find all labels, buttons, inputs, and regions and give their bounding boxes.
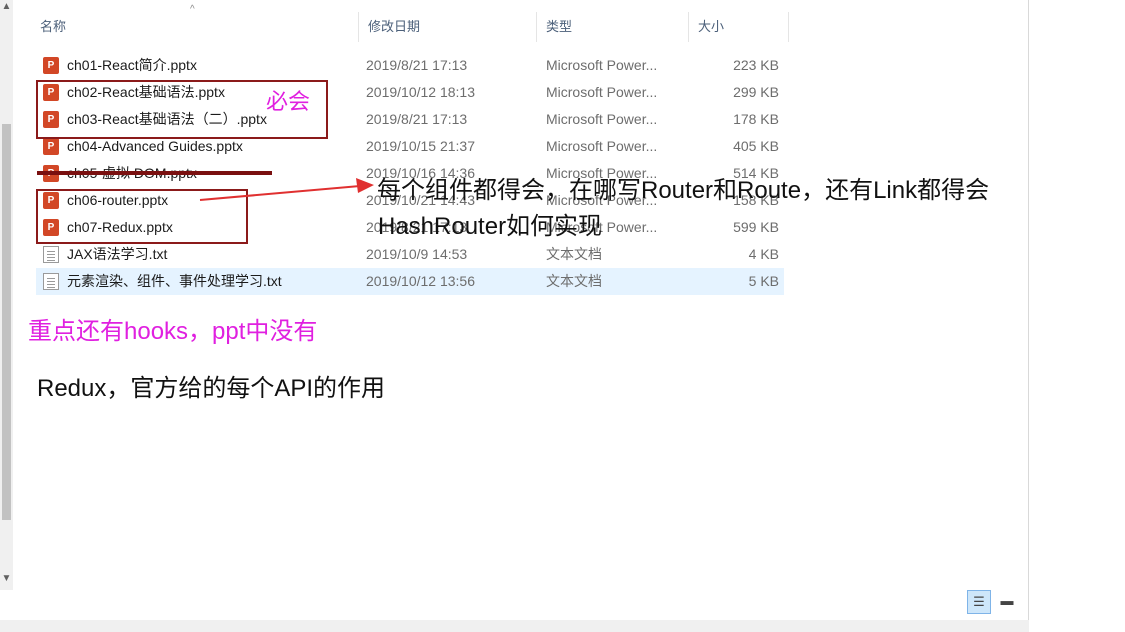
file-name: 元素渲染、组件、事件处理学习.txt xyxy=(67,273,282,289)
column-date-header[interactable]: 修改日期 xyxy=(358,12,536,42)
powerpoint-file-icon: P xyxy=(43,138,59,155)
file-type: 文本文档 xyxy=(546,246,602,262)
annotation-redux-note: Redux，官方给的每个API的作用 xyxy=(37,375,386,402)
column-type-header[interactable]: 类型 xyxy=(536,12,688,42)
window-border xyxy=(1028,0,1029,620)
column-size-header[interactable]: 大小 xyxy=(688,12,788,42)
file-type: 文本文档 xyxy=(546,273,602,289)
file-size: 5 KB xyxy=(748,273,779,289)
file-size: 599 KB xyxy=(733,219,779,235)
highlight-box-ch06-ch07 xyxy=(36,189,248,244)
scrollbar-thumb[interactable] xyxy=(2,124,11,520)
column-header: ^ 名称 修改日期 类型 大小 xyxy=(30,4,790,42)
file-row[interactable]: JAX语法学习.txt 2019/10/9 14:53 文本文档 4 KB xyxy=(36,241,784,268)
scroll-down-arrow-icon[interactable]: ▼ xyxy=(0,572,13,586)
annotation-router-note: 每个组件都得会，在哪写Router和Route，还有Link都得会 xyxy=(377,177,990,204)
file-date: 2019/10/9 14:53 xyxy=(366,246,468,262)
column-divider[interactable] xyxy=(788,12,789,42)
file-type: Microsoft Power... xyxy=(546,111,658,127)
file-type: Microsoft Power... xyxy=(546,84,658,100)
large-icons-view-icon[interactable]: ▬ xyxy=(995,590,1019,614)
file-date: 2019/8/21 17:13 xyxy=(366,111,468,127)
scroll-up-arrow-icon[interactable]: ▲ xyxy=(0,0,13,14)
text-file-icon xyxy=(43,246,59,263)
file-row-selected[interactable]: 元素渲染、组件、事件处理学习.txt 2019/10/12 13:56 文本文档… xyxy=(36,268,784,295)
annotation-hooks-note: 重点还有hooks，ppt中没有 xyxy=(28,318,318,345)
file-size: 223 KB xyxy=(733,57,779,73)
file-date: 2019/10/12 13:56 xyxy=(366,273,475,289)
file-size: 299 KB xyxy=(733,84,779,100)
file-row[interactable]: P ch01-React简介.pptx 2019/8/21 17:13 Micr… xyxy=(36,52,784,79)
powerpoint-file-icon: P xyxy=(43,57,59,74)
vertical-scrollbar[interactable]: ▲ ▼ xyxy=(0,0,13,590)
file-date: 2019/10/12 18:13 xyxy=(366,84,475,100)
file-date: 2019/8/21 17:13 xyxy=(366,57,468,73)
window-bottom-edge xyxy=(0,620,1029,632)
annotation-hashrouter-note: HashRouter如何实现 xyxy=(378,213,603,240)
file-size: 4 KB xyxy=(748,246,779,262)
column-name-header[interactable]: 名称 xyxy=(30,12,358,42)
file-type: Microsoft Power... xyxy=(546,138,658,154)
file-type: Microsoft Power... xyxy=(546,57,658,73)
details-view-icon[interactable]: ☰ xyxy=(967,590,991,614)
file-name: JAX语法学习.txt xyxy=(67,246,168,262)
strikethrough-ch05 xyxy=(37,171,272,175)
file-size: 405 KB xyxy=(733,138,779,154)
annotation-must-know: 必会 xyxy=(266,89,311,114)
file-date: 2019/10/15 21:37 xyxy=(366,138,475,154)
text-file-icon xyxy=(43,273,59,290)
file-name: ch01-React简介.pptx xyxy=(67,57,197,73)
file-size: 178 KB xyxy=(733,111,779,127)
